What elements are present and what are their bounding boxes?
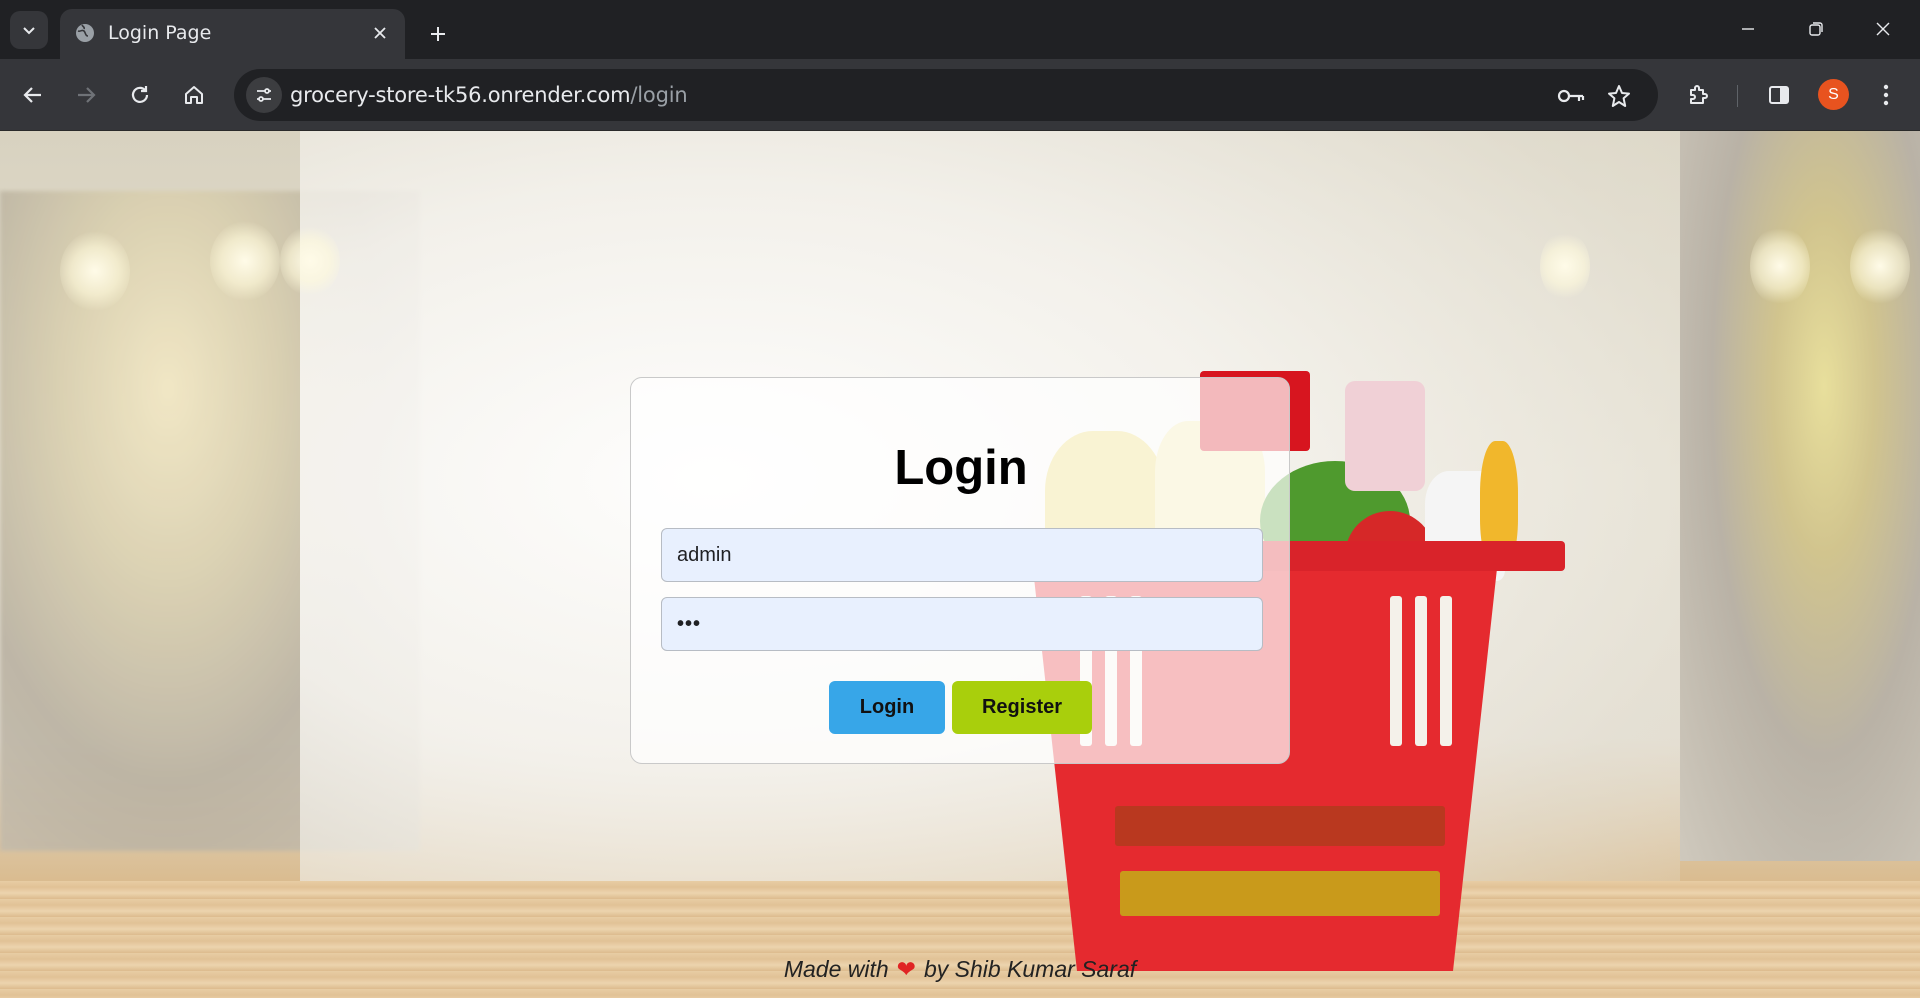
close-window-button[interactable] (1868, 14, 1898, 44)
extensions-button[interactable] (1681, 77, 1717, 113)
star-icon (1608, 85, 1630, 107)
forward-arrow-icon (78, 87, 96, 103)
minimize-icon (1742, 28, 1754, 30)
close-icon (374, 27, 386, 39)
restore-button[interactable] (1801, 14, 1831, 44)
home-button[interactable] (174, 75, 214, 115)
address-bar[interactable]: grocery-store-tk56.onrender.com/login (234, 69, 1658, 121)
reload-icon (131, 86, 149, 103)
chevron-down-icon (23, 27, 35, 35)
background-light (1750, 226, 1810, 306)
side-panel-icon (1769, 86, 1789, 104)
footer-author: by Shib Kumar Saraf (923, 956, 1137, 982)
toolbar-separator (1737, 85, 1738, 107)
login-button[interactable]: Login (829, 681, 945, 734)
background-light (210, 221, 280, 301)
tab-search-button[interactable] (10, 11, 48, 49)
new-tab-button[interactable] (422, 18, 454, 50)
reload-button[interactable] (120, 75, 160, 115)
kebab-menu-icon (1883, 84, 1889, 106)
tab-close-button[interactable] (369, 22, 391, 44)
footer-credit: Made with ❤ by Shib Kumar Saraf (0, 956, 1920, 983)
background-light (1540, 231, 1590, 301)
background-light (280, 226, 340, 296)
background-light (1850, 226, 1910, 306)
browser-toolbar: grocery-store-tk56.onrender.com/login S (0, 59, 1920, 131)
page-viewport: Login Login Register Made with ❤ by Shib K… (0, 131, 1920, 998)
footer-made-with: Made with (783, 956, 889, 982)
plus-icon (431, 27, 445, 41)
side-panel-button[interactable] (1761, 77, 1797, 113)
username-input[interactable] (661, 528, 1263, 582)
site-info-button[interactable] (246, 77, 282, 113)
login-title: Login (894, 441, 1028, 495)
url-host: grocery-store-tk56.onrender.com (290, 83, 631, 107)
bookmark-button[interactable] (1604, 81, 1634, 111)
url-text[interactable]: grocery-store-tk56.onrender.com/login (290, 83, 688, 107)
back-arrow-icon (23, 87, 41, 103)
restore-icon (1809, 22, 1823, 36)
password-key-button[interactable] (1556, 81, 1586, 111)
minimize-button[interactable] (1733, 14, 1763, 44)
globe-icon (76, 24, 94, 42)
key-icon (1557, 89, 1585, 103)
puzzle-icon (1690, 85, 1708, 104)
heart-icon: ❤ (896, 956, 916, 982)
home-icon (185, 86, 203, 104)
back-button[interactable] (13, 75, 53, 115)
tune-icon (257, 88, 271, 102)
forward-button[interactable] (66, 75, 106, 115)
browser-menu-button[interactable] (1868, 77, 1904, 113)
password-input[interactable] (661, 597, 1263, 651)
tab-login-page[interactable]: Login Page (60, 9, 405, 59)
register-button[interactable]: Register (952, 681, 1092, 734)
close-icon (1876, 22, 1890, 36)
tab-title: Login Page (108, 22, 212, 44)
login-card: Login Login Register (630, 377, 1290, 764)
tab-strip: Login Page (0, 0, 1920, 59)
profile-avatar[interactable]: S (1818, 79, 1849, 110)
url-path: /login (630, 83, 688, 107)
background-light (60, 231, 130, 311)
